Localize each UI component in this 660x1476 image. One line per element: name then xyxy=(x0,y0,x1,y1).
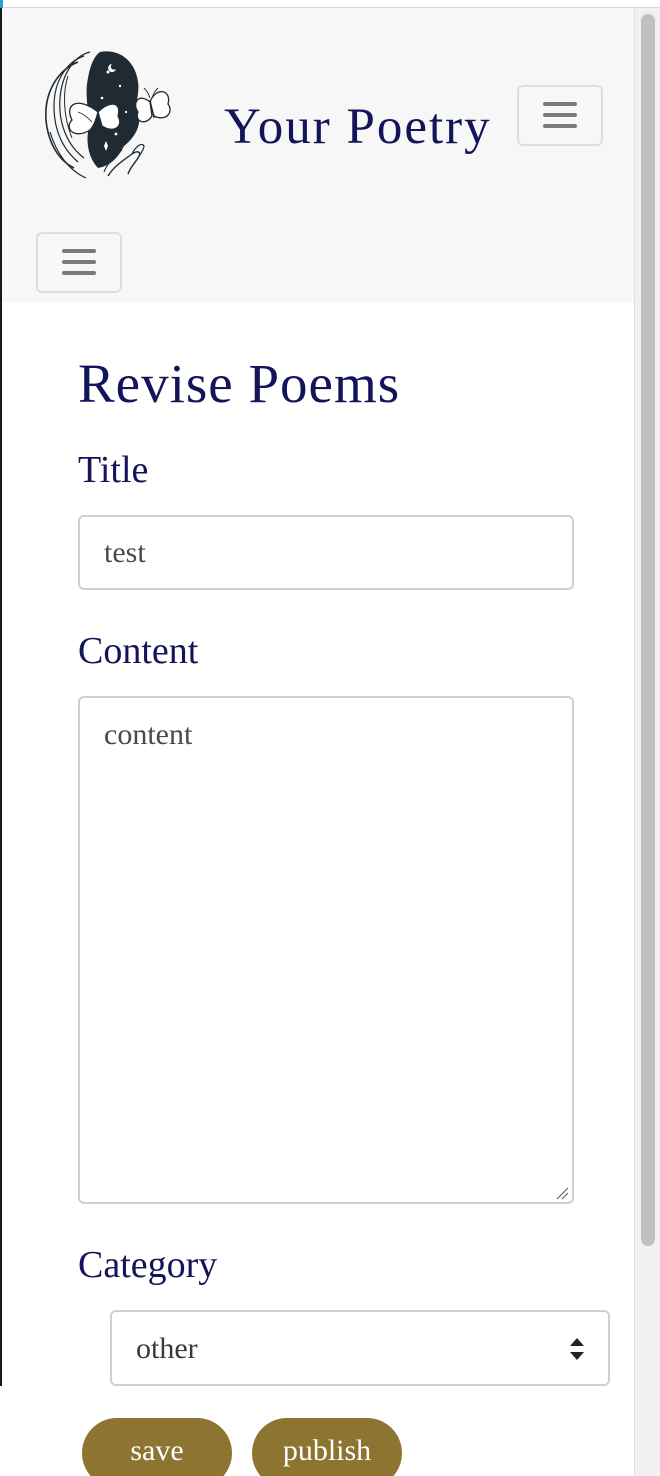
content-label: Content xyxy=(78,630,199,672)
hamburger-bar xyxy=(543,124,577,128)
title-input[interactable] xyxy=(78,515,574,590)
navbar: Your Poetry xyxy=(2,8,634,302)
scrollbar-thumb[interactable] xyxy=(641,14,655,1246)
woman-butterfly-logo[interactable] xyxy=(38,42,180,184)
hamburger-bar xyxy=(62,271,96,275)
save-button[interactable]: save xyxy=(82,1418,232,1476)
hamburger-bar xyxy=(543,113,577,117)
publish-button[interactable]: publish xyxy=(252,1418,402,1476)
page-title: Revise Poems xyxy=(78,353,401,414)
hamburger-bar xyxy=(62,260,96,264)
category-label: Category xyxy=(78,1244,218,1286)
category-select[interactable]: other xyxy=(110,1310,610,1386)
content-textarea[interactable]: content xyxy=(78,696,574,1204)
title-label: Title xyxy=(78,449,149,491)
select-arrows-icon xyxy=(570,1338,584,1360)
hamburger-menu-icon xyxy=(62,249,96,253)
window-top-edge xyxy=(0,0,660,8)
secondary-toggler-button[interactable] xyxy=(36,232,122,293)
navbar-toggler-button[interactable] xyxy=(517,85,603,146)
hamburger-menu-icon xyxy=(543,102,577,106)
category-selected-value: other xyxy=(136,1332,198,1365)
brand-title[interactable]: Your Poetry xyxy=(224,98,492,156)
resize-grip-icon[interactable] xyxy=(555,1186,569,1200)
window-corner-accent xyxy=(0,0,3,8)
